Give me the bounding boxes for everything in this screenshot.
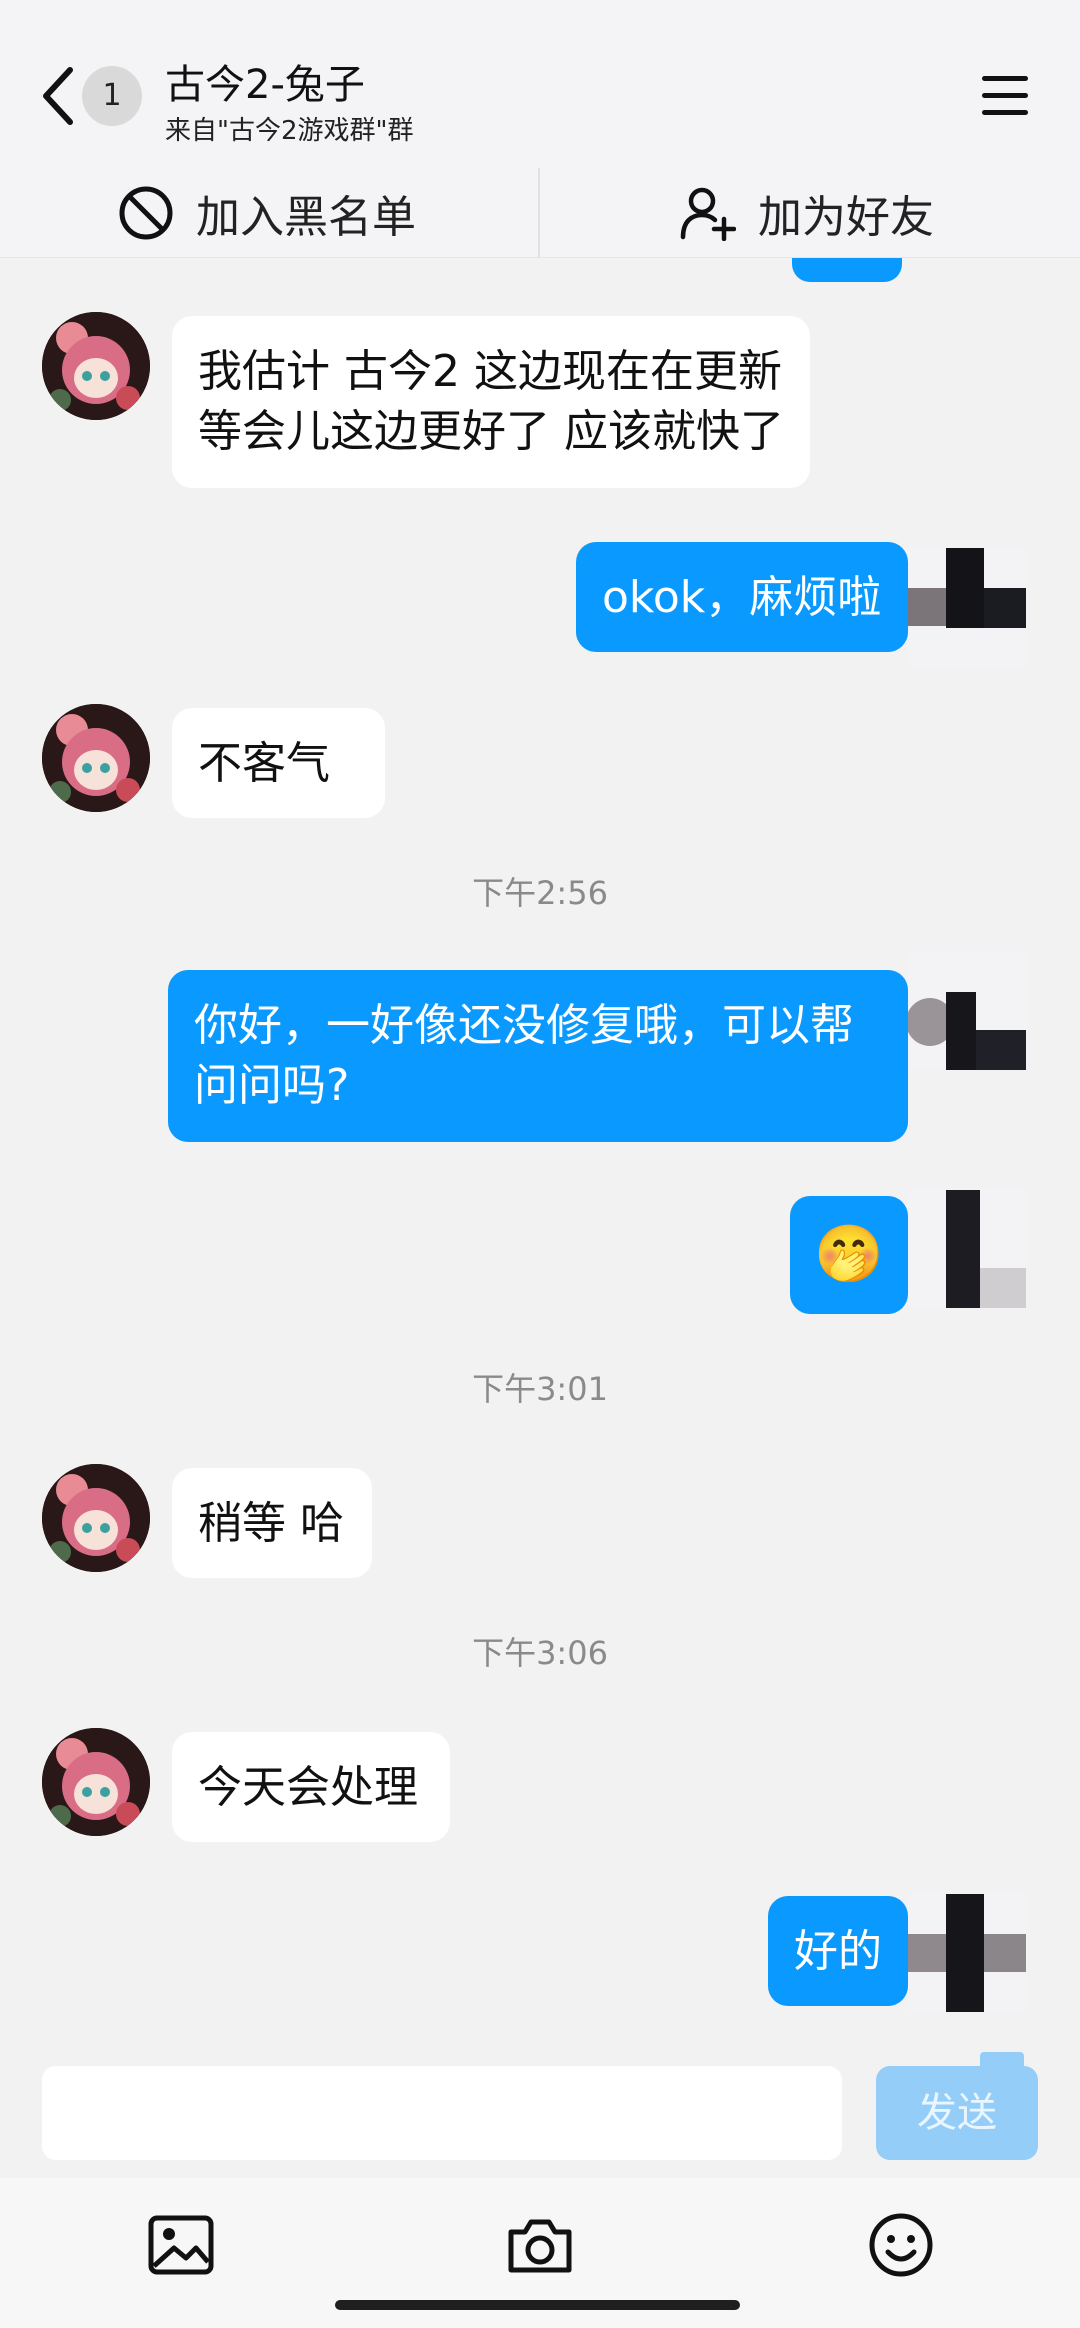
chat-title: 古今2-兔子 (165, 62, 365, 108)
image-button[interactable] (146, 2210, 216, 2280)
my-avatar[interactable] (908, 548, 1026, 666)
avatar-image (908, 1894, 1026, 2012)
emoji-button[interactable] (866, 2210, 936, 2280)
chat-messages[interactable]: 我估计 古今2 这边现在在更新 等会儿这边更好了 应该就快了 okok，麻烦啦 … (0, 258, 1080, 2038)
face-with-hand-over-mouth-emoji: 🤭 (814, 1222, 884, 1287)
message-text-line: 稍等 哈 (198, 1498, 344, 1549)
incoming-message[interactable]: 今天会处理 (172, 1732, 450, 1842)
my-avatar[interactable] (908, 952, 1026, 1070)
contact-avatar[interactable] (42, 1464, 150, 1572)
add-friend-label: 加为好友 (758, 192, 934, 243)
add-user-icon (680, 187, 736, 241)
avatar-image (908, 548, 1026, 666)
message-text-line: 你好，一好像还没修复哦，可以帮 (194, 1000, 854, 1051)
message-text-line: okok，麻烦啦 (602, 572, 882, 623)
avatar-image (42, 1728, 150, 1836)
message-text-line: 问问吗? (194, 1060, 350, 1111)
action-divider (538, 168, 540, 258)
message-text-line: 我估计 古今2 这边现在在更新 (198, 346, 782, 397)
outgoing-message[interactable]: 好的 (768, 1896, 908, 2006)
composer: 发送 (0, 2038, 1080, 2178)
outgoing-emoji-message[interactable]: 🤭 (790, 1196, 908, 1314)
message-input[interactable] (42, 2066, 842, 2160)
block-icon (119, 186, 173, 240)
home-indicator[interactable] (335, 2300, 740, 2310)
avatar-image (42, 312, 150, 420)
message-text-line: 好的 (794, 1926, 882, 1977)
block-button[interactable]: 加入黑名单 (118, 168, 416, 258)
message-text-line: 今天会处理 (198, 1762, 418, 1813)
my-avatar[interactable] (908, 1894, 1026, 2012)
contact-avatar[interactable] (42, 1728, 150, 1836)
message-timestamp: 下午3:06 (472, 1634, 608, 1672)
camera-button[interactable] (505, 2210, 575, 2280)
hamburger-line (982, 110, 1028, 115)
image-icon (148, 2215, 214, 2275)
hamburger-menu-icon (982, 76, 1028, 81)
contact-avatar[interactable] (42, 704, 150, 812)
add-friend-button[interactable]: 加为好友 (680, 168, 934, 258)
outgoing-message[interactable]: 你好，一好像还没修复哦，可以帮 问问吗? (168, 970, 908, 1142)
block-label: 加入黑名单 (196, 192, 416, 243)
camera-icon (508, 2219, 572, 2273)
avatar-image (908, 952, 1026, 1070)
avatar-image (42, 1464, 150, 1572)
menu-button[interactable] (982, 76, 1028, 116)
message-text-line: 不客气 (198, 738, 330, 789)
send-button[interactable]: 发送 (876, 2066, 1038, 2160)
unread-count-badge: 1 (82, 66, 142, 126)
message-timestamp: 下午2:56 (472, 874, 608, 912)
message-timestamp: 下午3:01 (472, 1370, 608, 1408)
partial-message-bubble (792, 258, 902, 282)
contact-avatar[interactable] (42, 312, 150, 420)
avatar-image (908, 1190, 1026, 1308)
hamburger-line (982, 93, 1028, 98)
outgoing-message[interactable]: okok，麻烦啦 (576, 542, 908, 652)
emoji-icon (869, 2213, 933, 2277)
chat-subtitle: 来自"古今2游戏群"群 (165, 116, 414, 146)
my-avatar[interactable] (908, 1190, 1026, 1308)
avatar-image (42, 704, 150, 812)
incoming-message[interactable]: 不客气 (172, 708, 385, 818)
action-bar: 加入黑名单 加为好友 (0, 168, 1080, 258)
chevron-left-icon (43, 67, 73, 125)
message-text-line: 等会儿这边更好了 应该就快了 (198, 406, 784, 457)
incoming-message[interactable]: 稍等 哈 (172, 1468, 372, 1578)
incoming-message[interactable]: 我估计 古今2 这边现在在更新 等会儿这边更好了 应该就快了 (172, 316, 810, 488)
chat-header: 1 古今2-兔子 来自"古今2游戏群"群 (0, 0, 1080, 168)
back-button[interactable] (38, 64, 78, 128)
